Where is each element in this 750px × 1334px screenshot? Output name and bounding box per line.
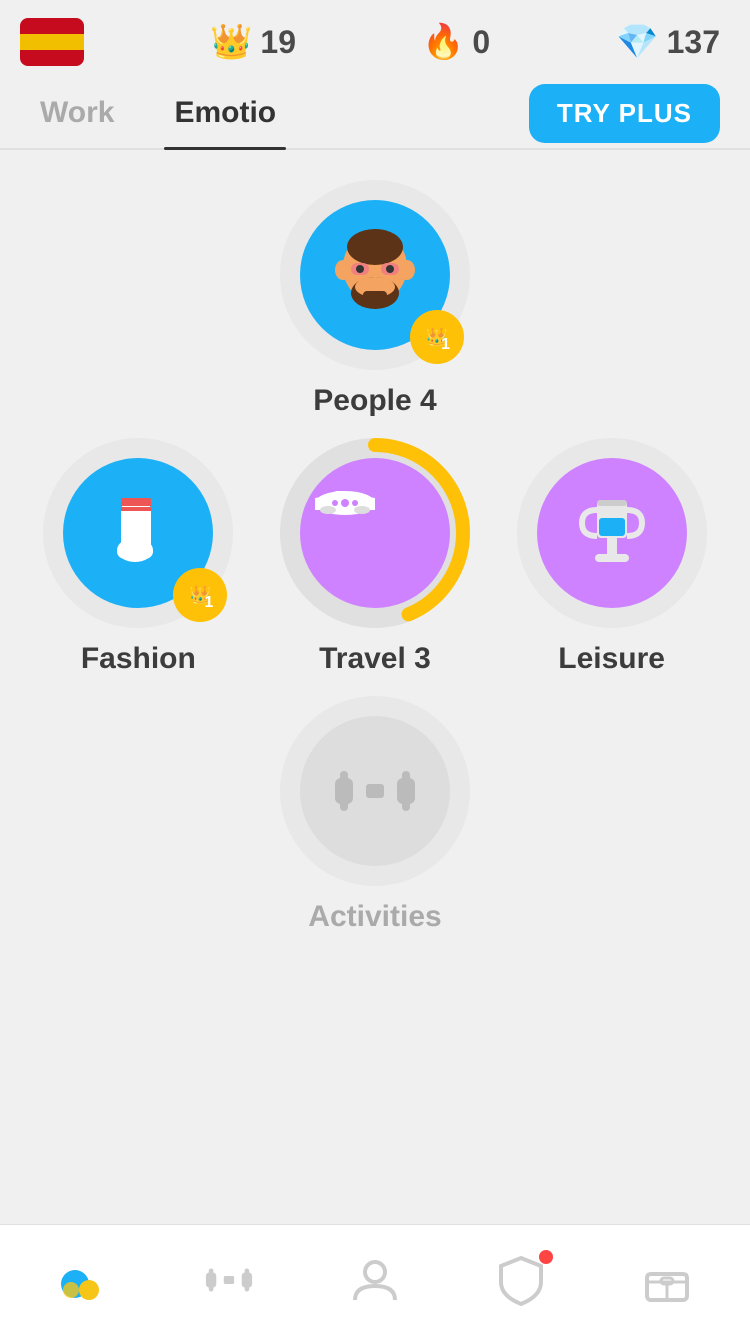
fashion-badge: 👑 1: [173, 568, 227, 622]
language-flag[interactable]: [20, 18, 84, 66]
flame-stat: 🔥 0: [422, 22, 490, 62]
nav-profile[interactable]: [329, 1244, 421, 1316]
gem-icon: 💎: [616, 22, 658, 62]
tab-emotions[interactable]: Emotio: [164, 78, 286, 148]
flame-icon: 🔥: [422, 22, 464, 62]
lesson-row-3: Activities: [20, 696, 730, 934]
shield-notification-dot: [539, 1250, 553, 1264]
flame-count: 0: [472, 24, 490, 61]
lesson-travel3[interactable]: Travel 3: [265, 438, 485, 676]
lesson-fashion[interactable]: 👑 1 Fashion: [28, 438, 248, 676]
people4-badge: 👑 1: [410, 310, 464, 364]
fashion-circle: 👑 1: [43, 438, 233, 628]
gem-count: 137: [667, 24, 720, 61]
people4-label: People 4: [313, 384, 436, 418]
fashion-label: Fashion: [81, 642, 196, 676]
nav-activities[interactable]: [183, 1244, 275, 1316]
travel3-inner: [300, 458, 450, 608]
activities-circle: [280, 696, 470, 886]
lesson-row-1: 👑 1 People 4: [20, 180, 730, 418]
gem-stat: 💎 137: [616, 22, 720, 62]
lesson-activities[interactable]: Activities: [265, 696, 485, 934]
travel3-label: Travel 3: [319, 642, 431, 676]
lesson-row-2: 👑 1 Fashion: [20, 438, 730, 676]
nav-tabs: Work Emotio TRY PLUS: [0, 78, 750, 150]
travel3-circle: [280, 438, 470, 628]
tab-work[interactable]: Work: [30, 78, 124, 148]
people4-avatar: [325, 225, 425, 325]
lesson-leisure[interactable]: Leisure: [502, 438, 722, 676]
profile-icon: [349, 1254, 401, 1306]
shield-icon: [495, 1254, 547, 1306]
activities-nav-icon: [203, 1254, 255, 1306]
top-bar: 👑 19 🔥 0 💎 137: [0, 0, 750, 78]
leisure-circle: [517, 438, 707, 628]
activities-label: Activities: [308, 900, 441, 934]
leisure-trophy-icon: [567, 488, 657, 578]
shop-icon: [641, 1254, 693, 1306]
activities-inner: [300, 716, 450, 866]
nav-home[interactable]: [37, 1244, 129, 1316]
people4-circle: 👑 1: [280, 180, 470, 370]
travel3-plane-icon: [300, 458, 390, 548]
activities-dumbbell-icon: [330, 756, 420, 826]
streak-count: 19: [260, 24, 296, 61]
try-plus-button[interactable]: TRY PLUS: [529, 84, 720, 143]
nav-shield[interactable]: [475, 1244, 567, 1316]
fashion-sock-icon: [93, 488, 183, 578]
home-icon: [57, 1254, 109, 1306]
crown-icon: 👑: [210, 22, 252, 62]
lesson-people4[interactable]: 👑 1 People 4: [265, 180, 485, 418]
leisure-label: Leisure: [558, 642, 665, 676]
leisure-inner: [537, 458, 687, 608]
bottom-nav: [0, 1224, 750, 1334]
main-content: 👑 1 People 4: [0, 150, 750, 934]
streak-stat: 👑 19: [210, 22, 296, 62]
nav-shop[interactable]: [621, 1244, 713, 1316]
